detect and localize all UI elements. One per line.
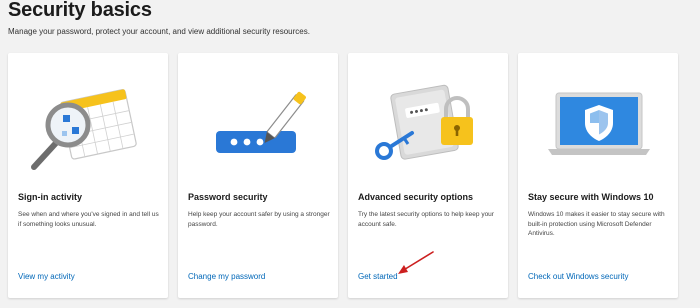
card-stay-secure-windows-10: Stay secure with Windows 10 Windows 10 m… bbox=[518, 53, 678, 298]
card-sign-in-activity: Sign-in activity See when and where you'… bbox=[8, 53, 168, 298]
check-out-windows-security-link[interactable]: Check out Windows security bbox=[528, 272, 628, 281]
card-title: Password security bbox=[188, 192, 268, 202]
page-subtitle: Manage your password, protect your accou… bbox=[8, 27, 310, 36]
change-my-password-link[interactable]: Change my password bbox=[188, 272, 265, 281]
card-description: Help keep your account safer by using a … bbox=[188, 211, 330, 228]
get-started-link[interactable]: Get started bbox=[358, 272, 398, 281]
card-title: Advanced security options bbox=[358, 192, 474, 202]
page-title: Security basics bbox=[8, 0, 152, 21]
card-description: See when and where you've signed in and … bbox=[18, 211, 159, 228]
view-my-activity-link[interactable]: View my activity bbox=[18, 272, 75, 281]
card-description: Windows 10 makes it easier to stay secur… bbox=[528, 211, 665, 237]
security-basics-page: Security basics Manage your password, pr… bbox=[0, 0, 700, 308]
card-description: Try the latest security options to help … bbox=[358, 211, 494, 228]
card-title: Stay secure with Windows 10 bbox=[528, 192, 654, 202]
card-password-security: Password security Help keep your account… bbox=[178, 53, 338, 298]
card-title: Sign-in activity bbox=[18, 192, 83, 202]
card-advanced-security-options: Advanced security options Try the latest… bbox=[348, 53, 508, 298]
calendar-magnifier-icon bbox=[31, 89, 137, 170]
lock-key-icon bbox=[375, 84, 473, 160]
laptop-shield-icon bbox=[548, 92, 650, 155]
password-pen-icon bbox=[216, 91, 306, 153]
